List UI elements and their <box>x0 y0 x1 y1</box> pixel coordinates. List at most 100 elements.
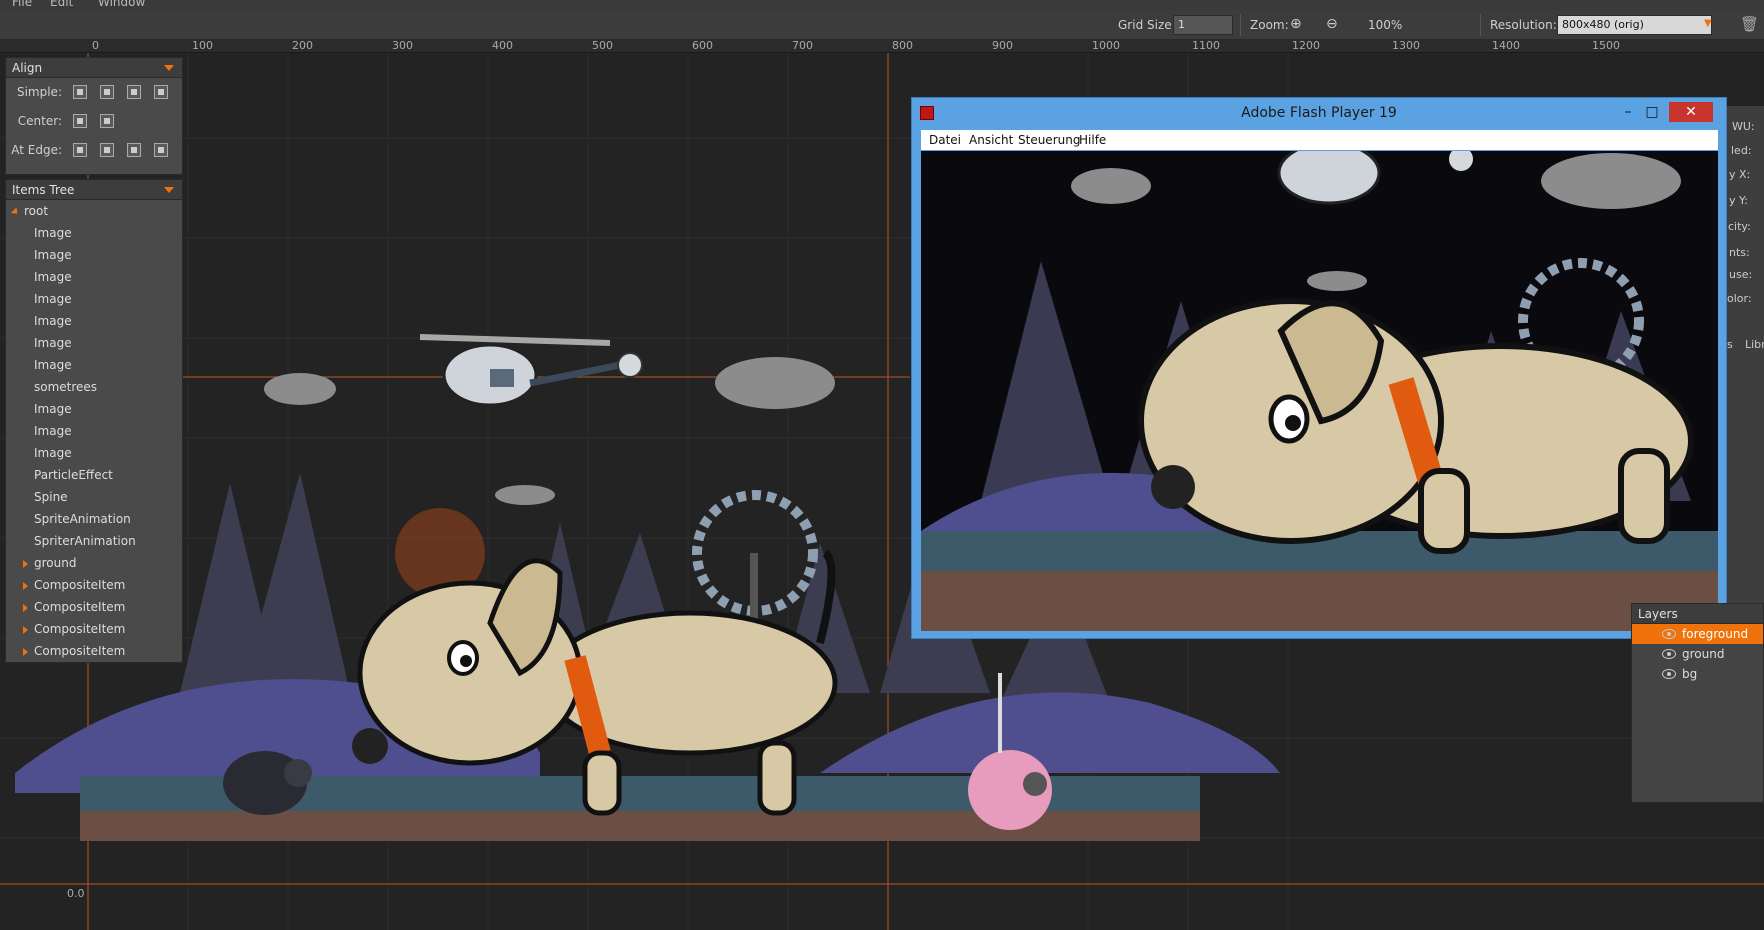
tree-item[interactable]: CompositeItem <box>6 596 182 618</box>
ruler-tick: 500 <box>592 39 613 52</box>
menu-edit[interactable]: Edit <box>50 0 73 9</box>
tree-item[interactable]: Image <box>6 310 182 332</box>
property-label: s <box>1727 338 1733 351</box>
tree-item[interactable]: SpriteAnimation <box>6 508 182 530</box>
maximize-icon[interactable]: □ <box>1641 102 1663 122</box>
eye-icon[interactable] <box>1662 629 1676 639</box>
layers-list: foreground ground bg <box>1632 624 1763 684</box>
expand-arrow-icon[interactable] <box>10 207 21 217</box>
close-icon[interactable]: ✕ <box>1669 102 1713 122</box>
layer-row[interactable]: foreground <box>1632 624 1763 644</box>
align-edge-label: At Edge: <box>11 143 62 157</box>
tree-item[interactable]: Spine <box>6 486 182 508</box>
tree-item[interactable]: Image <box>6 288 182 310</box>
flash-player-window[interactable]: Adobe Flash Player 19 – □ ✕ Datei Ansicht… <box>911 97 1727 639</box>
trash-icon[interactable]: 🗑 <box>1740 15 1759 33</box>
ruler-tick: 100 <box>192 39 213 52</box>
flash-menu-item[interactable]: Datei <box>929 133 961 147</box>
layers-header: Layers <box>1632 604 1763 624</box>
layers-title: Layers <box>1638 607 1678 621</box>
flash-menu-bar: Datei Ansicht Steuerung Hilfe <box>921 130 1718 150</box>
horizontal-ruler: 0 100 200 300 400 500 600 700 800 900 1000 1100 1200… <box>0 39 1764 53</box>
tree-item[interactable]: SpriterAnimation <box>6 530 182 552</box>
collapse-triangle-icon[interactable] <box>164 187 174 193</box>
ruler-tick: 700 <box>792 39 813 52</box>
tree-item[interactable]: Image <box>6 332 182 354</box>
resolution-select[interactable]: 800x480 (orig) <box>1557 15 1712 35</box>
flash-menu-item[interactable]: Hilfe <box>1079 133 1106 147</box>
zoom-in-icon[interactable]: ⊕ <box>1290 16 1302 32</box>
collapse-triangle-icon[interactable] <box>164 65 174 71</box>
items-tree-header[interactable]: Items Tree <box>6 180 182 200</box>
tree-item-label: Image <box>34 424 72 438</box>
tree-item-label: CompositeItem <box>34 622 126 636</box>
ruler-tick: 1000 <box>1092 39 1120 52</box>
align-center-vertical-icon[interactable] <box>100 114 114 128</box>
expand-arrow-icon[interactable] <box>23 560 28 568</box>
property-label: city: <box>1728 220 1751 233</box>
tree-root[interactable]: root <box>6 200 182 222</box>
tree-item[interactable]: ParticleEffect <box>6 464 182 486</box>
tree-item[interactable]: sometrees <box>6 376 182 398</box>
edge-right-icon[interactable] <box>127 143 141 157</box>
eye-icon[interactable] <box>1662 669 1676 679</box>
edge-bottom-icon[interactable] <box>154 143 168 157</box>
chevron-down-icon[interactable]: ▼ <box>1704 18 1712 29</box>
align-edge-row: At Edge: <box>6 136 182 165</box>
tree-item[interactable]: CompositeItem <box>6 618 182 640</box>
align-panel-header[interactable]: Align <box>6 58 182 78</box>
layer-label: bg <box>1682 667 1698 681</box>
tree-item-label: sometrees <box>34 380 98 394</box>
tree-item-label: Image <box>34 402 72 416</box>
expand-arrow-icon[interactable] <box>23 604 28 612</box>
edge-left-icon[interactable] <box>73 143 87 157</box>
layer-row[interactable]: ground <box>1632 644 1763 664</box>
zoom-label: Zoom: <box>1250 18 1289 32</box>
menu-file[interactable]: File <box>12 0 32 9</box>
zoom-value: 100% <box>1368 18 1403 32</box>
tree-item[interactable]: CompositeItem <box>6 574 182 596</box>
align-right-icon[interactable] <box>127 85 141 99</box>
property-label: y Y: <box>1729 194 1748 207</box>
expand-arrow-icon[interactable] <box>23 648 28 656</box>
tree-item[interactable]: Image <box>6 442 182 464</box>
property-label: Libr <box>1745 338 1764 351</box>
ruler-tick: 600 <box>692 39 713 52</box>
align-top-icon[interactable] <box>100 85 114 99</box>
ruler-tick: 0 <box>92 39 99 52</box>
scene-canvas[interactable]: 0.0 Align Simple: Center: At Edge: Items… <box>0 53 1764 930</box>
expand-arrow-icon[interactable] <box>23 582 28 590</box>
tree-item[interactable]: ground <box>6 552 182 574</box>
tree-item-label: SpriterAnimation <box>34 534 136 548</box>
flash-menu-item[interactable]: Steuerung <box>1018 133 1080 147</box>
align-left-icon[interactable] <box>73 85 87 99</box>
align-bottom-icon[interactable] <box>154 85 168 99</box>
property-label: olor: <box>1727 292 1752 305</box>
tree-item-label: Image <box>34 446 72 460</box>
tree-item-label: CompositeItem <box>34 644 126 658</box>
tree-item-label: ground <box>34 556 77 570</box>
align-center-horizontal-icon[interactable] <box>73 114 87 128</box>
tree-item[interactable]: Image <box>6 420 182 442</box>
flash-menu-item[interactable]: Ansicht <box>969 133 1013 147</box>
grid-size-input[interactable]: 1 <box>1173 15 1233 35</box>
tree-item[interactable]: Image <box>6 222 182 244</box>
minimize-icon[interactable]: – <box>1617 102 1639 122</box>
layer-row[interactable]: bg <box>1632 664 1763 684</box>
tree-item[interactable]: CompositeItem <box>6 640 182 662</box>
eye-icon[interactable] <box>1662 649 1676 659</box>
flash-game-view[interactable] <box>921 151 1718 631</box>
expand-arrow-icon[interactable] <box>23 626 28 634</box>
ruler-tick: 300 <box>392 39 413 52</box>
tree-item[interactable]: Image <box>6 266 182 288</box>
tree-item[interactable]: Image <box>6 244 182 266</box>
menu-window[interactable]: Window <box>98 0 145 9</box>
tree-item-label: Image <box>34 358 72 372</box>
zoom-out-icon[interactable]: ⊖ <box>1326 16 1338 32</box>
properties-panel-edge: WU: led: y X: y Y: city: nts: use: olor: s Libr <box>1727 106 1764 646</box>
edge-top-icon[interactable] <box>100 143 114 157</box>
tree-item[interactable]: Image <box>6 354 182 376</box>
origin-label: 0.0 <box>67 887 85 900</box>
tree-item-label: Image <box>34 292 72 306</box>
tree-item[interactable]: Image <box>6 398 182 420</box>
